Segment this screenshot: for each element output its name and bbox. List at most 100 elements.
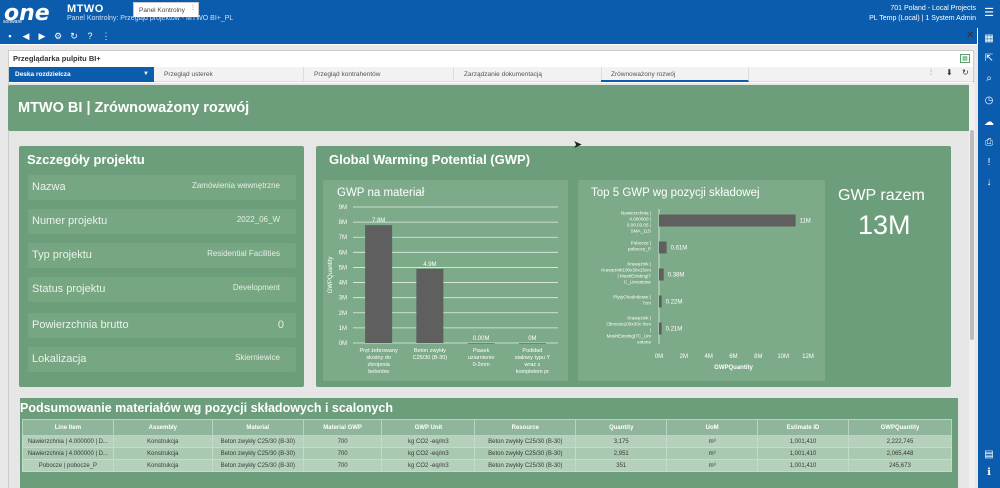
scrollbar-thumb[interactable]: [970, 130, 974, 340]
table-cell: m³: [666, 435, 759, 448]
alert-icon[interactable]: !: [982, 156, 996, 170]
reload-icon[interactable]: ↻: [962, 68, 969, 77]
y-tick-label: Krawężnik | Obrzeże100x30x 8cm | MeshExisti…: [606, 316, 651, 345]
project-field-row: Nazwa Zamówienia wewnętrzne: [28, 175, 296, 200]
table-cell: Beton zwykły C25/30 (B-30): [211, 435, 304, 448]
user-info[interactable]: 701 Poland - Local Projects PL Temp (Loc…: [869, 4, 976, 24]
back-icon[interactable]: ◀: [20, 29, 32, 43]
info-icon[interactable]: ℹ: [982, 466, 996, 480]
layout-icon[interactable]: ▦: [982, 32, 996, 46]
project-field-row: Numer projektu 2022_06_W: [28, 209, 296, 234]
table-cell: 1,001,410: [757, 459, 849, 472]
bar: [518, 343, 546, 344]
table-cell: Konstrukcja: [112, 447, 213, 460]
bar: [659, 322, 662, 335]
table-cell: Konstrukcja: [112, 459, 213, 472]
y-axis-label: GWPQuantity: [328, 257, 334, 294]
close-icon[interactable]: ✕: [966, 30, 974, 41]
table-cell: m³: [666, 447, 759, 460]
cloud-icon[interactable]: ☁: [982, 116, 996, 130]
column-header[interactable]: UoM: [666, 419, 759, 436]
bar: [659, 241, 667, 254]
data-label: 0.21M: [666, 327, 683, 333]
x-tick-label: 12M: [802, 354, 814, 360]
table-cell: 2,222,745: [847, 435, 953, 448]
column-header[interactable]: GWP Unit: [381, 419, 476, 436]
field-value: Skierniewice: [235, 353, 280, 362]
tab-przeglad-usterek[interactable]: Przegląd usterek: [154, 67, 304, 82]
filter-icon[interactable]: ⫶: [930, 68, 932, 78]
x-tick-label: Piasek uziarnienie 0-2mm: [468, 348, 495, 368]
x-axis-label: GWPQuantity: [714, 365, 753, 371]
table-cell: Nawierzchnia | 4.000000 | D...: [22, 447, 114, 460]
forward-icon[interactable]: ▶: [36, 29, 48, 43]
column-header[interactable]: Material: [211, 419, 304, 436]
gwp-total-value: 13M: [858, 210, 911, 240]
export-icon[interactable]: ⇱: [982, 52, 996, 66]
more-icon[interactable]: ⋮: [100, 29, 112, 43]
y-tick-label: 2M: [339, 311, 347, 317]
table-cell: kg CO2 -eq/m3: [381, 447, 476, 460]
clock-icon[interactable]: ◷: [982, 94, 996, 108]
x-tick-label: 2M: [680, 354, 688, 360]
table-cell: Beton zwykły C25/30 (B-30): [474, 447, 577, 460]
dashboard-title: MTWO BI | Zrównoważony rozwój: [18, 100, 250, 116]
column-header[interactable]: Resource: [474, 419, 577, 436]
tab-zarzadzanie-dokumentacja[interactable]: Zarządzanie dokumentacją: [454, 67, 602, 82]
materials-table: Line Item Assembly Material Material GWP GWP…: [22, 419, 953, 472]
download-icon[interactable]: ↓: [982, 176, 996, 190]
chevron-down-icon[interactable]: ▼: [143, 71, 149, 77]
column-header[interactable]: Line Item: [22, 419, 114, 436]
mouse-cursor-icon: ➤: [573, 139, 583, 151]
column-header[interactable]: Material GWP: [302, 419, 383, 436]
x-tick-label: Podkład stalowy typu Ywraz z kompletem pr: [515, 348, 551, 375]
field-label: Numer projektu: [32, 215, 108, 227]
top5-chart: 0M 2M 4M 6M 8M 10M 12M GWPQuantity 11M Nawierzchn…: [601, 209, 814, 371]
table-cell: 1,001,410: [757, 447, 849, 460]
grid-icon[interactable]: ▦: [960, 54, 970, 63]
gwp-title: Global Warming Potential (GWP): [329, 152, 531, 167]
bar: [365, 225, 393, 343]
table-cell: 700: [302, 459, 383, 472]
dashboard-dropdown[interactable]: Deska rozdzielcza: [9, 67, 154, 82]
tab-przeglad-kontrahentow[interactable]: Przegląd kontrahentów: [304, 67, 454, 82]
table-cell: 1,001,410: [757, 435, 849, 448]
bar: [416, 268, 444, 343]
column-header[interactable]: Assembly: [112, 419, 213, 436]
right-sidebar: ▦ ⇱ ⌕ ◷ ☁ ⎙ ! ↓ ▤ ℹ: [978, 28, 1000, 488]
table-row[interactable]: Nawierzchnia | 4.000000 | D... Konstrukcj…: [22, 447, 953, 460]
download-icon[interactable]: ⬇: [946, 68, 953, 77]
print-icon[interactable]: ⎙: [982, 136, 996, 150]
column-header[interactable]: Quantity: [575, 419, 668, 436]
table-cell: Beton zwykły C25/30 (B-30): [474, 459, 577, 472]
field-value: Zamówienia wewnętrzne: [191, 181, 280, 190]
help-icon[interactable]: ?: [84, 29, 96, 43]
search-icon[interactable]: ⌕: [982, 72, 996, 86]
data-label: 0.61M: [671, 246, 688, 252]
tab-menu-icon[interactable]: ⋮: [190, 4, 196, 11]
y-tick-label: 6M: [339, 250, 347, 256]
field-value: 0: [277, 319, 284, 331]
company-line: 701 Poland - Local Projects: [890, 5, 976, 12]
refresh-icon[interactable]: ↻: [68, 29, 80, 43]
table-cell: 2,065,448: [847, 447, 953, 460]
table-row[interactable]: Pobocze | pobocze_P Konstrukcja Beton zwyk…: [22, 459, 953, 472]
chat-icon[interactable]: ▤: [982, 448, 996, 462]
table-row[interactable]: Nawierzchnia | 4.000000 | D... Konstrukcj…: [22, 435, 953, 448]
column-header[interactable]: GWPQuantity: [847, 419, 953, 436]
gwp-total-label: GWP razem: [838, 187, 925, 204]
table-cell: 2,951: [575, 447, 668, 460]
x-tick-label: 8M: [754, 354, 762, 360]
data-label: 0.38M: [668, 273, 685, 279]
hamburger-menu-icon[interactable]: ☰: [984, 6, 994, 19]
column-header[interactable]: Estimate ID: [757, 419, 849, 436]
project-details-title: Szczegóły projektu: [27, 152, 145, 167]
bar: [659, 214, 796, 227]
field-value: Development: [232, 283, 280, 292]
bar: [659, 295, 662, 308]
tab-zrownowazony-rozwoj[interactable]: Zrównoważony rozwój: [601, 67, 749, 82]
project-field-row: Powierzchnia brutto 0: [28, 313, 296, 338]
table-cell: 351: [575, 459, 668, 472]
workflow-icon[interactable]: ⚙: [52, 29, 64, 43]
save-icon[interactable]: ▪: [4, 29, 16, 43]
